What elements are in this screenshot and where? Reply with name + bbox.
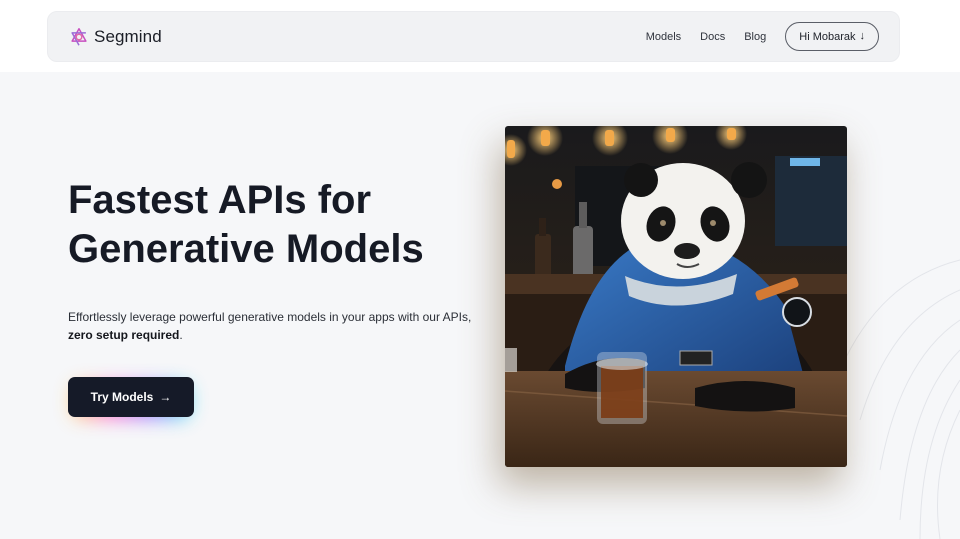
arrow-down-icon: ↓	[859, 30, 866, 42]
nav-menu: Models Docs Blog Hi Mobarak ↓	[627, 22, 879, 51]
segmind-logo-icon	[71, 27, 87, 46]
nav-link-docs[interactable]: Docs	[700, 31, 725, 43]
hero-title-line-1: Fastest APIs for	[68, 178, 372, 222]
nav-link-models[interactable]: Models	[646, 31, 681, 43]
hero-subtitle: Effortlessly leverage powerful generativ…	[68, 308, 478, 344]
user-menu-label: Hi Mobarak	[799, 30, 856, 43]
navbar: Segmind Models Docs Blog Hi Mobarak ↓	[47, 11, 900, 62]
decorative-curves	[840, 259, 960, 539]
hero-subtitle-emphasis: zero setup required	[68, 328, 180, 342]
hero-subtitle-end: .	[179, 328, 183, 342]
try-models-label: Try Models	[90, 390, 154, 404]
cta-wrapper: Try Models →	[68, 377, 194, 419]
try-models-button[interactable]: Try Models →	[68, 377, 194, 417]
brand[interactable]: Segmind	[68, 26, 162, 48]
nav-link-blog[interactable]: Blog	[744, 31, 766, 43]
hero-title-line-2: Generative Models	[68, 227, 424, 271]
hero-subtitle-text: Effortlessly leverage powerful generativ…	[68, 310, 472, 324]
hero-image-panda-astronaut	[505, 126, 847, 467]
user-menu-button[interactable]: Hi Mobarak ↓	[785, 22, 879, 51]
brand-name: Segmind	[94, 26, 162, 46]
arrow-right-icon: →	[159, 390, 172, 404]
panda-astronaut-illustration	[505, 126, 847, 467]
hero-title: Fastest APIs for Generative Models	[68, 176, 488, 274]
